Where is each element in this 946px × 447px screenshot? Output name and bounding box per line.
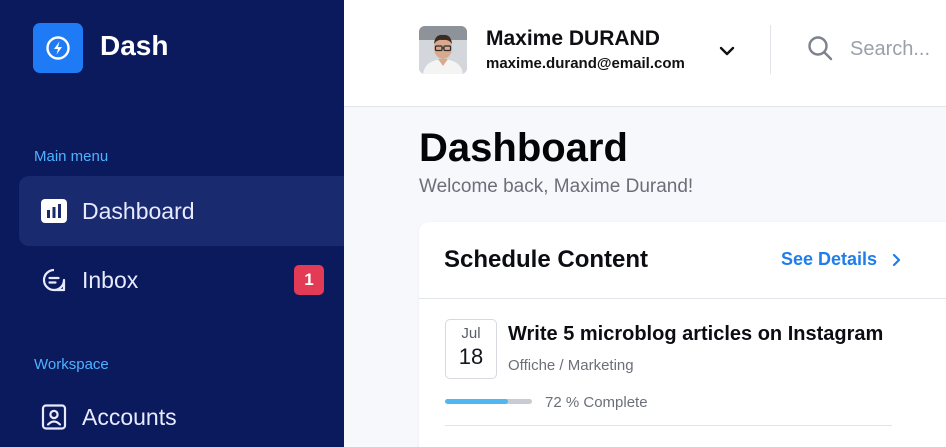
- date-day: 18: [458, 344, 484, 369]
- top-bar: Maxime DURAND maxime.durand@email.com: [344, 0, 946, 107]
- see-details-label: See Details: [781, 249, 878, 269]
- sidebar-item-dashboard[interactable]: Dashboard: [19, 176, 344, 246]
- sidebar-item-label: Inbox: [82, 266, 139, 293]
- logo[interactable]: [33, 23, 83, 73]
- sidebar-item-accounts[interactable]: Accounts: [19, 382, 344, 447]
- inbox-icon: [40, 266, 68, 294]
- inbox-count-badge: 1: [294, 265, 324, 295]
- card-title: Schedule Content: [444, 246, 649, 273]
- card-divider: [419, 298, 946, 299]
- schedule-content-card: Schedule Content See Details Jul 18 Writ…: [419, 222, 946, 447]
- chevron-down-icon[interactable]: [716, 40, 738, 62]
- sidebar: Dash Main menu Dashboard Inbox 1 Workspa…: [0, 0, 344, 447]
- see-details-link[interactable]: See Details: [781, 249, 904, 270]
- header-divider: [770, 25, 771, 74]
- app-name: Dash: [100, 30, 169, 61]
- page-title: Dashboard: [419, 126, 628, 170]
- progress-bar: [445, 399, 532, 404]
- page-subtitle: Welcome back, Maxime Durand!: [419, 176, 694, 197]
- workspace-label: Workspace: [34, 356, 109, 373]
- main-menu-label: Main menu: [34, 148, 109, 165]
- sidebar-item-label: Accounts: [82, 403, 177, 430]
- search-icon[interactable]: [806, 34, 834, 62]
- sidebar-item-inbox[interactable]: Inbox 1: [19, 245, 344, 315]
- chevron-right-icon: [892, 253, 901, 266]
- user-email: maxime.durand@email.com: [486, 55, 685, 72]
- sidebar-item-label: Dashboard: [82, 197, 195, 224]
- date-badge: Jul 18: [445, 319, 497, 379]
- search-input[interactable]: [850, 34, 946, 64]
- user-name: Maxime DURAND: [486, 27, 660, 50]
- user-card-icon: [40, 403, 68, 431]
- task-title: Write 5 microblog articles on Instagram: [508, 323, 884, 345]
- task-category: Offiche / Marketing: [508, 357, 634, 374]
- avatar[interactable]: [419, 26, 467, 74]
- progress-text: 72 % Complete: [545, 394, 648, 411]
- lightning-bolt-icon: [46, 36, 70, 60]
- progress-fill: [445, 399, 508, 404]
- row-divider: [445, 425, 892, 426]
- date-month: Jul: [461, 325, 481, 342]
- bar-chart-icon: [40, 197, 68, 225]
